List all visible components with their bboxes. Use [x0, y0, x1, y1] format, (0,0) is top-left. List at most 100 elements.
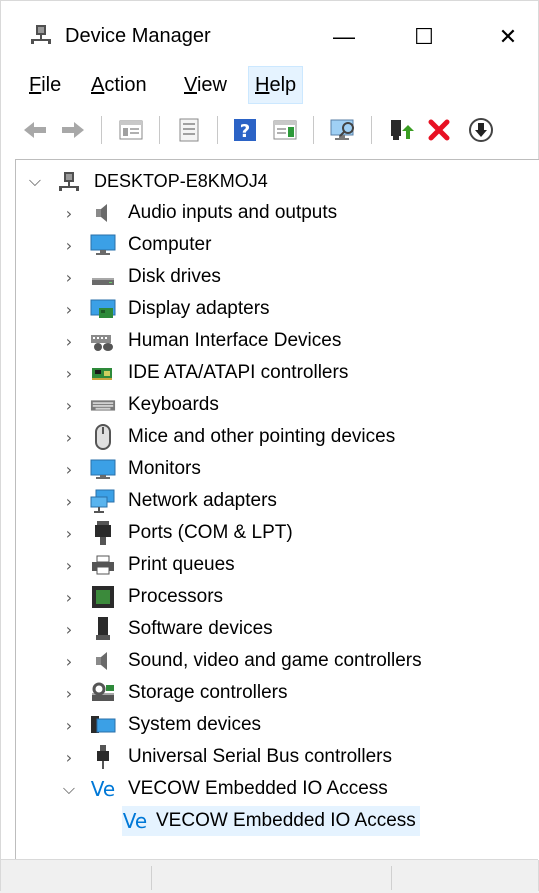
chevron-right-icon[interactable]: › — [58, 268, 80, 287]
scan-hardware-changes-button[interactable] — [329, 116, 357, 144]
chevron-right-icon[interactable]: › — [58, 364, 80, 383]
tree-item-network-adapters[interactable]: › Network adapters — [58, 486, 277, 516]
maximize-icon: ☐ — [414, 24, 434, 49]
properties-button[interactable] — [175, 116, 203, 144]
help-button[interactable]: ? — [231, 116, 259, 144]
tree-item-label: Mice and other pointing devices — [128, 426, 396, 447]
tree-item-disk-drives[interactable]: › Disk drives — [58, 262, 221, 292]
status-divider — [151, 866, 152, 890]
show-hide-console-tree-button[interactable] — [117, 116, 145, 144]
display-adapter-icon — [90, 297, 116, 321]
toolbar-separator — [371, 116, 372, 144]
tree-item-usb-controllers[interactable]: › Universal Serial Bus controllers — [58, 742, 392, 772]
tree-item-sound-video[interactable]: › Sound, video and game controllers — [58, 646, 422, 676]
printer-icon — [90, 553, 116, 577]
tree-item-label: Network adapters — [128, 490, 277, 511]
tree-item-software-devices[interactable]: › Software devices — [58, 614, 273, 644]
tree-item-monitors[interactable]: › Monitors — [58, 454, 201, 484]
forward-button[interactable] — [59, 116, 87, 144]
computer-node-icon — [56, 169, 82, 193]
back-arrow-icon — [24, 122, 46, 138]
chevron-right-icon[interactable]: › — [58, 428, 80, 447]
chevron-right-icon[interactable]: › — [58, 588, 80, 607]
chevron-right-icon[interactable]: › — [58, 332, 80, 351]
tree-item-mice[interactable]: › Mice and other pointing devices — [58, 422, 395, 452]
chevron-right-icon[interactable]: › — [58, 716, 80, 735]
chevron-right-icon[interactable]: › — [58, 300, 80, 319]
update-driver-icon — [391, 120, 414, 140]
menu-view[interactable]: View — [178, 67, 233, 103]
storage-controller-icon — [90, 681, 116, 705]
chevron-right-icon[interactable]: › — [58, 620, 80, 639]
action-pane-button[interactable] — [271, 116, 299, 144]
chevron-right-icon[interactable]: › — [58, 684, 80, 703]
chevron-right-icon[interactable]: › — [58, 396, 80, 415]
back-button[interactable] — [21, 116, 49, 144]
disable-device-button[interactable] — [467, 116, 495, 144]
device-tree[interactable]: ⌵ DESKTOP-E8KMOJ4 › Audio inputs and out… — [15, 159, 539, 860]
menu-file[interactable]: File — [23, 67, 67, 103]
status-divider — [391, 866, 392, 890]
chevron-down-icon[interactable]: ⌵ — [24, 171, 46, 191]
chevron-down-icon[interactable]: ⌵ — [58, 779, 80, 799]
tree-item-label: Disk drives — [128, 266, 221, 287]
port-connector-icon — [90, 521, 116, 545]
minimize-icon: — — [333, 24, 355, 49]
tree-item-label: Storage controllers — [128, 682, 288, 703]
tree-item-keyboards[interactable]: › Keyboards — [58, 390, 219, 420]
close-button[interactable]: ✕ — [485, 19, 531, 55]
chevron-right-icon[interactable]: › — [58, 236, 80, 255]
tree-root[interactable]: ⌵ DESKTOP-E8KMOJ4 — [24, 166, 268, 196]
tree-item-print-queues[interactable]: › Print queues — [58, 550, 235, 580]
tree-item-display-adapters[interactable]: › Display adapters — [58, 294, 270, 324]
keyboard-icon — [90, 393, 116, 417]
chevron-right-icon[interactable]: › — [58, 492, 80, 511]
maximize-button[interactable]: ☐ — [401, 19, 447, 55]
toolbar-separator — [313, 116, 314, 144]
toolbar-separator — [101, 116, 102, 144]
tree-item-label: Ports (COM & LPT) — [128, 522, 293, 543]
menu-help[interactable]: Help — [247, 66, 304, 104]
close-icon: ✕ — [498, 24, 518, 49]
disk-drive-icon — [90, 265, 116, 289]
tree-item-label: IDE ATA/ATAPI controllers — [128, 362, 349, 383]
tree-item-label: Display adapters — [128, 298, 270, 319]
tree-item-ide-ata[interactable]: › IDE ATA/ATAPI controllers — [58, 358, 349, 388]
tree-item-label: Keyboards — [128, 394, 219, 415]
title-bar[interactable]: Device Manager — ☐ ✕ — [1, 1, 538, 61]
tree-item-label: Monitors — [128, 458, 201, 479]
tree-item-hid[interactable]: › Human Interface Devices — [58, 326, 341, 356]
chevron-right-icon[interactable]: › — [58, 524, 80, 543]
chevron-right-icon[interactable]: › — [58, 652, 80, 671]
software-device-icon — [90, 617, 116, 641]
monitor-scan-icon — [330, 119, 354, 140]
tree-item-vecow[interactable]: ⌵ Ve VECOW Embedded IO Access — [58, 774, 388, 804]
chevron-right-icon[interactable]: › — [58, 748, 80, 767]
tree-item-processors[interactable]: › Processors — [58, 582, 223, 612]
tree-item-system-devices[interactable]: › System devices — [58, 710, 261, 740]
tree-item-label: System devices — [128, 714, 262, 735]
computer-icon — [90, 233, 116, 257]
forward-arrow-icon — [62, 122, 84, 138]
tree-item-label: Processors — [128, 586, 224, 607]
tree-item-ports[interactable]: › Ports (COM & LPT) — [58, 518, 293, 548]
toolbar-separator — [217, 116, 218, 144]
tree-item-audio[interactable]: › Audio inputs and outputs — [58, 198, 337, 228]
minimize-button[interactable]: — — [321, 19, 367, 55]
menu-action[interactable]: Action — [85, 67, 153, 103]
tree-device-vecow-io[interactable]: Ve VECOW Embedded IO Access — [122, 806, 420, 836]
tree-item-label: VECOW Embedded IO Access — [156, 810, 416, 831]
tree-item-label: Sound, video and game controllers — [128, 650, 422, 671]
tree-item-computer[interactable]: › Computer — [58, 230, 211, 260]
menu-bar: File Action View Help — [1, 66, 538, 104]
update-driver-button[interactable] — [387, 116, 415, 144]
chevron-right-icon[interactable]: › — [58, 460, 80, 479]
action-pane-icon — [273, 120, 297, 140]
system-device-icon — [90, 713, 116, 737]
uninstall-device-button[interactable] — [425, 116, 453, 144]
chevron-right-icon[interactable]: › — [58, 556, 80, 575]
window-title: Device Manager — [65, 25, 211, 47]
chevron-right-icon[interactable]: › — [58, 204, 80, 223]
tree-item-storage-controllers[interactable]: › Storage controllers — [58, 678, 288, 708]
ide-controller-icon — [90, 361, 116, 385]
